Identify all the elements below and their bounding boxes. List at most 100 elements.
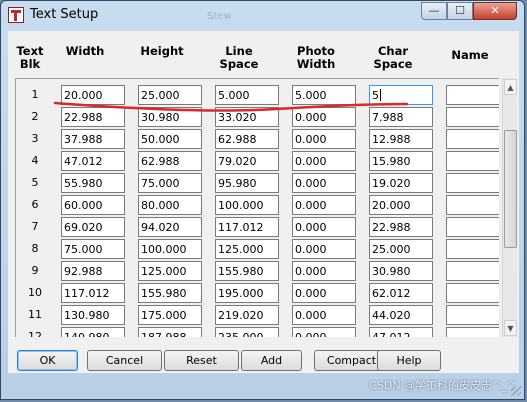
scrollbar-thumb[interactable] bbox=[504, 130, 517, 248]
height-input[interactable]: 187.988 bbox=[138, 327, 202, 337]
char-space-input[interactable]: 12.988 bbox=[369, 129, 433, 149]
cell-value: 0.000 bbox=[295, 331, 327, 337]
width-input[interactable]: 92.988 bbox=[61, 261, 125, 281]
photo-width-input[interactable]: 5.000 bbox=[292, 85, 356, 105]
width-input[interactable]: 37.988 bbox=[61, 129, 125, 149]
char-space-input[interactable]: 19.020 bbox=[369, 173, 433, 193]
line-space-input[interactable]: 219.020 bbox=[215, 305, 279, 325]
name-input[interactable] bbox=[446, 173, 499, 193]
cell-value: 0.000 bbox=[295, 265, 327, 278]
cancel-button[interactable]: Cancel bbox=[87, 350, 162, 371]
width-input[interactable]: 47.012 bbox=[61, 151, 125, 171]
char-space-input[interactable]: 44.020 bbox=[369, 305, 433, 325]
height-input[interactable]: 155.980 bbox=[138, 283, 202, 303]
name-input[interactable] bbox=[446, 151, 499, 171]
name-input[interactable] bbox=[446, 261, 499, 281]
cell-value: 0.000 bbox=[295, 177, 327, 190]
photo-width-input[interactable]: 0.000 bbox=[292, 195, 356, 215]
name-input[interactable] bbox=[446, 327, 499, 337]
width-input[interactable]: 140.980 bbox=[61, 327, 125, 337]
name-input[interactable] bbox=[446, 129, 499, 149]
char-space-input[interactable]: 20.000 bbox=[369, 195, 433, 215]
name-input[interactable] bbox=[446, 239, 499, 259]
line-space-input[interactable]: 5.000 bbox=[215, 85, 279, 105]
name-input[interactable] bbox=[446, 305, 499, 325]
line-space-input[interactable]: 235.000 bbox=[215, 327, 279, 337]
photo-width-input[interactable]: 0.000 bbox=[292, 107, 356, 127]
char-space-input[interactable]: 25.000 bbox=[369, 239, 433, 259]
name-input[interactable] bbox=[446, 195, 499, 215]
scroll-down-button[interactable]: ▼ bbox=[504, 320, 517, 336]
photo-width-input[interactable]: 0.000 bbox=[292, 217, 356, 237]
height-input[interactable]: 175.000 bbox=[138, 305, 202, 325]
width-input[interactable]: 55.980 bbox=[61, 173, 125, 193]
height-input[interactable]: 25.000 bbox=[138, 85, 202, 105]
maximize-button[interactable]: ☐ bbox=[447, 2, 473, 20]
height-input[interactable]: 100.000 bbox=[138, 239, 202, 259]
height-input[interactable]: 50.000 bbox=[138, 129, 202, 149]
line-space-input[interactable]: 195.000 bbox=[215, 283, 279, 303]
height-input[interactable]: 62.988 bbox=[138, 151, 202, 171]
cell-value: 62.988 bbox=[218, 133, 257, 146]
status-strip: CSDN @学工科的皮皮志^_^ bbox=[1, 373, 524, 399]
close-button[interactable]: ✕ bbox=[473, 2, 517, 20]
photo-width-input[interactable]: 0.000 bbox=[292, 173, 356, 193]
char-space-input[interactable]: 47.012 bbox=[369, 327, 433, 337]
vertical-scrollbar[interactable]: ▲ ▼ bbox=[502, 78, 517, 337]
line-space-input[interactable]: 95.980 bbox=[215, 173, 279, 193]
width-input[interactable]: 60.000 bbox=[61, 195, 125, 215]
cell-value: 155.980 bbox=[218, 265, 264, 278]
text-block-grid: 1 20.000 25.000 5.000 5.000 5 2 22.988 30.980 33.… bbox=[15, 78, 499, 337]
add-button[interactable]: Add bbox=[241, 350, 302, 371]
line-space-input[interactable]: 79.020 bbox=[215, 151, 279, 171]
height-input[interactable]: 94.020 bbox=[138, 217, 202, 237]
width-input[interactable]: 130.980 bbox=[61, 305, 125, 325]
photo-width-input[interactable]: 0.000 bbox=[292, 327, 356, 337]
name-input[interactable] bbox=[446, 283, 499, 303]
resize-grip-icon[interactable] bbox=[511, 386, 521, 396]
cell-value: 75.000 bbox=[64, 243, 103, 256]
char-space-input[interactable]: 7.988 bbox=[369, 107, 433, 127]
cell-value: 50.000 bbox=[141, 133, 180, 146]
char-space-input[interactable]: 30.980 bbox=[369, 261, 433, 281]
width-input[interactable]: 22.988 bbox=[61, 107, 125, 127]
height-input[interactable]: 30.980 bbox=[138, 107, 202, 127]
height-input[interactable]: 125.000 bbox=[138, 261, 202, 281]
width-input[interactable]: 69.020 bbox=[61, 217, 125, 237]
width-input[interactable]: 20.000 bbox=[61, 85, 125, 105]
line-space-input[interactable]: 33.020 bbox=[215, 107, 279, 127]
char-space-input[interactable]: 22.988 bbox=[369, 217, 433, 237]
name-input[interactable] bbox=[446, 217, 499, 237]
name-input[interactable] bbox=[446, 107, 499, 127]
char-space-input[interactable]: 15.980 bbox=[369, 151, 433, 171]
title-bar[interactable]: Text Setup Stew — ☐ ✕ bbox=[1, 1, 524, 29]
line-space-input[interactable]: 62.988 bbox=[215, 129, 279, 149]
ok-button[interactable]: OK bbox=[17, 350, 78, 371]
table-row: 10 117.012 155.980 195.000 0.000 62.012 bbox=[16, 282, 499, 304]
line-space-input[interactable]: 125.000 bbox=[215, 239, 279, 259]
minimize-button[interactable]: — bbox=[421, 2, 447, 20]
cell-value: 30.980 bbox=[372, 265, 411, 278]
photo-width-input[interactable]: 0.000 bbox=[292, 239, 356, 259]
table-row: 7 69.020 94.020 117.012 0.000 22.988 bbox=[16, 216, 499, 238]
width-input[interactable]: 117.012 bbox=[61, 283, 125, 303]
line-space-input[interactable]: 155.980 bbox=[215, 261, 279, 281]
photo-width-input[interactable]: 0.000 bbox=[292, 261, 356, 281]
cell-value: 0.000 bbox=[295, 111, 327, 124]
width-input[interactable]: 75.000 bbox=[61, 239, 125, 259]
cell-value: 195.000 bbox=[218, 287, 264, 300]
height-input[interactable]: 80.000 bbox=[138, 195, 202, 215]
line-space-input[interactable]: 100.000 bbox=[215, 195, 279, 215]
photo-width-input[interactable]: 0.000 bbox=[292, 305, 356, 325]
name-input[interactable] bbox=[446, 85, 499, 105]
reset-button[interactable]: Reset bbox=[164, 350, 239, 371]
photo-width-input[interactable]: 0.000 bbox=[292, 151, 356, 171]
photo-width-input[interactable]: 0.000 bbox=[292, 129, 356, 149]
scroll-up-button[interactable]: ▲ bbox=[504, 79, 517, 95]
photo-width-input[interactable]: 0.000 bbox=[292, 283, 356, 303]
line-space-input[interactable]: 117.012 bbox=[215, 217, 279, 237]
char-space-input[interactable]: 62.012 bbox=[369, 283, 433, 303]
help-button[interactable]: Help bbox=[377, 350, 441, 371]
char-space-input[interactable]: 5 bbox=[369, 85, 433, 105]
height-input[interactable]: 75.000 bbox=[138, 173, 202, 193]
